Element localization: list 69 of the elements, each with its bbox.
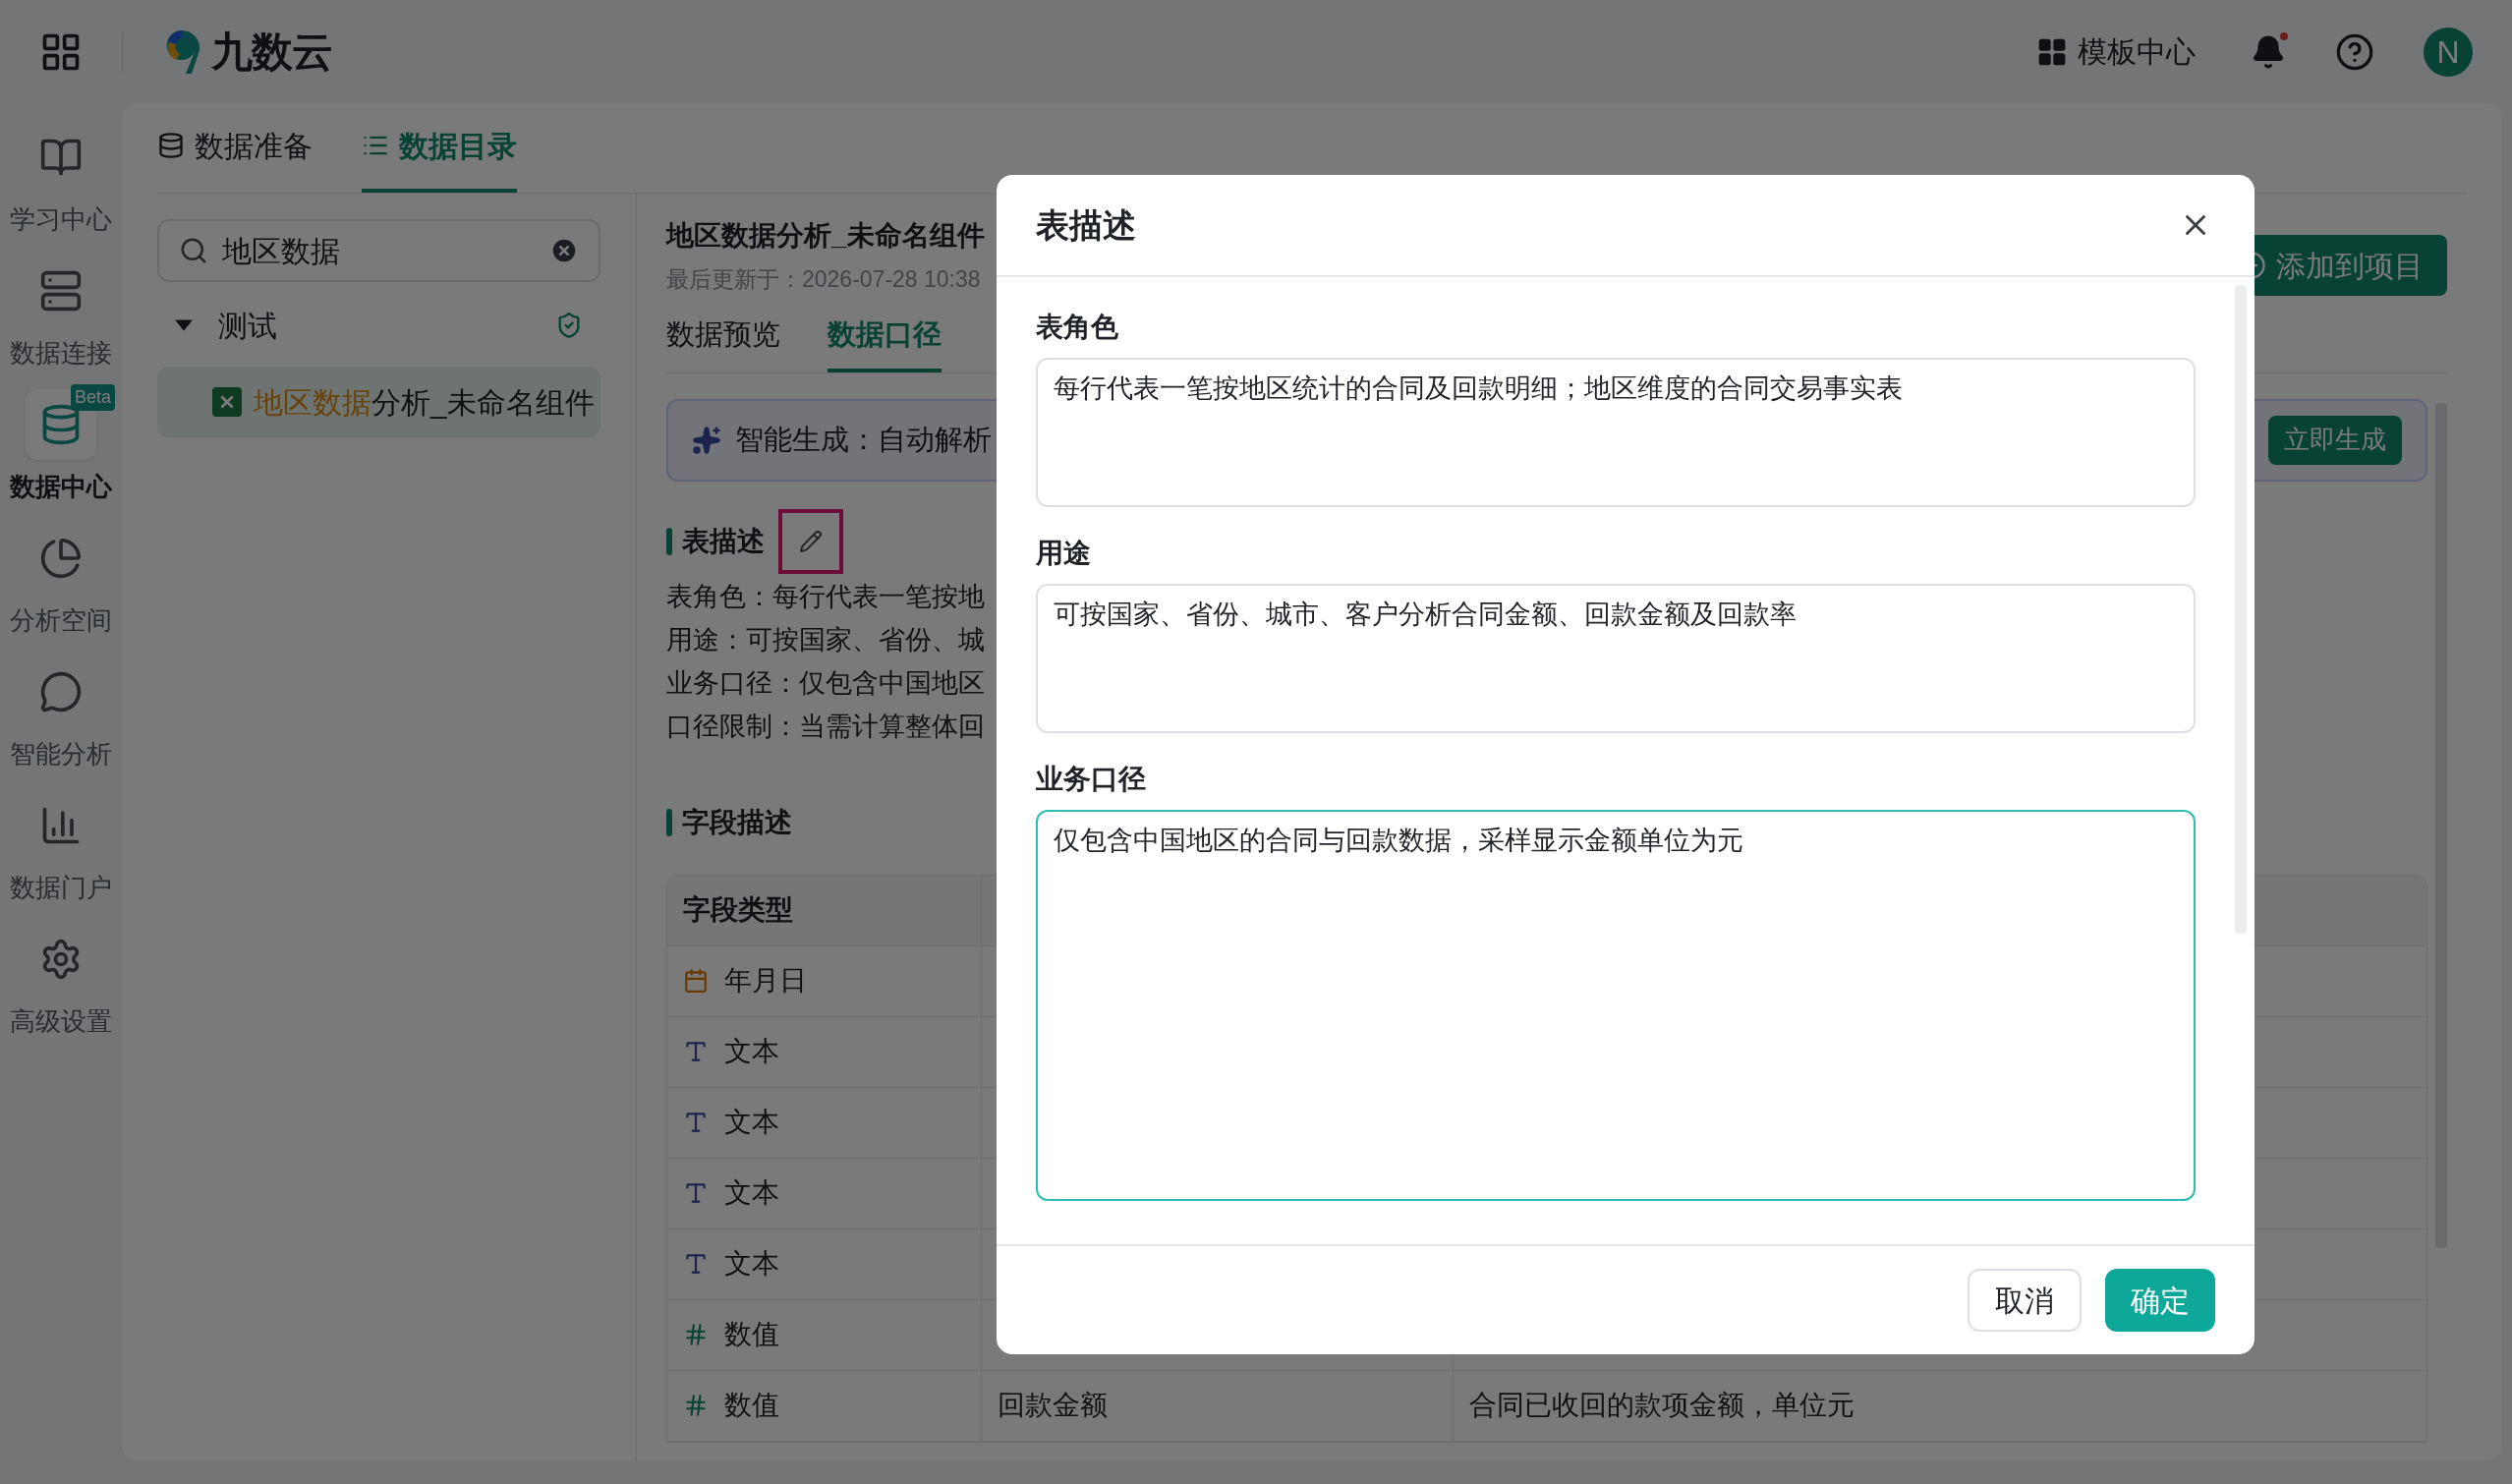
field-label: 表角色 — [1036, 311, 1119, 344]
field-label: 业务口径 — [1036, 763, 1147, 796]
table-cell-text: 年月日 — [724, 964, 807, 998]
section-marker — [666, 527, 672, 555]
component-title: 地区数据分析_未命名组件 — [666, 219, 985, 253]
last-updated: 最后更新于：2026-07-28 10:38 — [666, 265, 981, 294]
nav-item[interactable]: 学习中心 — [7, 113, 115, 247]
notification-icon[interactable] — [2251, 33, 2286, 70]
nav-item[interactable]: 数据门户 — [7, 781, 115, 915]
help-icon[interactable] — [2335, 31, 2374, 72]
search-icon — [179, 236, 208, 265]
tree-item-label: 地区数据分析_未命名组件 — [254, 384, 595, 421]
table-cell-text: 文本 — [724, 1106, 779, 1139]
search-field[interactable]: 地区数据 — [157, 219, 600, 282]
table-cell-text: 合同已收回的款项金额，单位元 — [1469, 1389, 1855, 1422]
sparkle-icon — [692, 425, 721, 455]
tree-item[interactable]: 地区数据分析_未命名组件 — [157, 367, 600, 437]
edit-button[interactable] — [778, 508, 843, 574]
description-line: 用途：可按国家、省份、城 — [666, 623, 985, 656]
description-line: 表角色：每行代表一笔按地 — [666, 580, 985, 613]
nav-item[interactable]: Beta 数据中心 — [7, 380, 115, 514]
section-heading: 表描述 — [682, 524, 765, 558]
chat-bubble-icon — [39, 669, 83, 713]
nav-item[interactable]: 高级设置 — [7, 915, 115, 1049]
text-type-icon — [683, 1110, 709, 1135]
pie-chart-icon — [39, 536, 83, 580]
field-label: 用途 — [1036, 537, 1092, 570]
hash-icon — [683, 1393, 709, 1418]
generate-now-button[interactable]: 立即生成 — [2268, 415, 2402, 465]
table-cell-text: 数值 — [724, 1389, 779, 1422]
text-area[interactable]: 可按国家、省份、城市、客户分析合同金额、回款金额及回款率 — [1036, 584, 2196, 733]
nav-item[interactable]: 分析空间 — [7, 514, 115, 648]
column-header: 字段类型 — [667, 875, 982, 945]
text-type-icon — [683, 1039, 709, 1064]
tab[interactable]: 数据准备 — [157, 102, 313, 193]
nav-item[interactable]: 数据连接 — [7, 247, 115, 380]
hash-icon — [683, 1322, 709, 1347]
user-avatar[interactable]: N — [2424, 27, 2473, 77]
table-cell-text: 文本 — [724, 1035, 779, 1068]
tab[interactable]: 数据口径 — [828, 301, 942, 372]
text-type-icon — [683, 1180, 709, 1206]
text-type-icon — [683, 1251, 709, 1277]
section-marker — [666, 808, 672, 836]
tab[interactable]: 数据预览 — [666, 301, 780, 372]
table-cell-text: 数值 — [724, 1318, 779, 1351]
template-center-button[interactable]: 模板中心 — [2036, 29, 2196, 74]
section-heading: 字段描述 — [682, 805, 792, 839]
beta-badge: Beta — [70, 384, 115, 411]
confirm-button[interactable]: 确定 — [2105, 1269, 2215, 1332]
description-line: 口径限制：当需计算整体回 — [666, 710, 985, 743]
description-line: 业务口径：仅包含中国地区 — [666, 666, 985, 700]
cancel-button[interactable]: 取消 — [1968, 1269, 2082, 1332]
clear-icon[interactable] — [549, 236, 579, 265]
brand-name: 九数云 — [211, 28, 332, 77]
nav-item[interactable]: 智能分析 — [7, 648, 115, 781]
table-cell-text: 回款金额 — [998, 1389, 1108, 1422]
tree-folder[interactable]: 测试 — [157, 290, 600, 361]
database-icon — [157, 132, 185, 159]
text-area[interactable]: 仅包含中国地区的合同与回款数据，采样显示金额单位为元 — [1036, 810, 2196, 1201]
table-cell-text: 文本 — [724, 1247, 779, 1281]
table-cell-text: 文本 — [724, 1176, 779, 1210]
pencil-icon — [799, 529, 823, 553]
ai-banner-text: 智能生成：自动解析 — [735, 422, 993, 457]
tab[interactable]: 数据目录 — [362, 102, 517, 193]
text-area[interactable]: 每行代表一笔按地区统计的合同及回款明细；地区维度的合同交易事实表 — [1036, 358, 2196, 507]
dialog-title: 表描述 — [1036, 204, 1137, 246]
calendar-icon — [683, 968, 709, 994]
server-icon — [39, 268, 83, 313]
spreadsheet-icon — [212, 387, 242, 417]
